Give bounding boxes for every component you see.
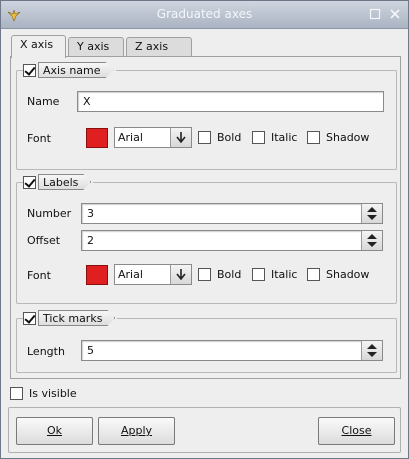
- italic-checkbox[interactable]: [252, 131, 265, 144]
- length-spinbox[interactable]: 5: [81, 340, 383, 361]
- tab-y-axis[interactable]: Y axis: [68, 37, 124, 57]
- labels-group: Labels Number 3 Offset 2 Font Arial Bold…: [16, 173, 397, 304]
- spin-arrows-icon[interactable]: [361, 204, 382, 223]
- axis-name-header: Axis name: [23, 61, 116, 79]
- number-value: 3: [87, 207, 94, 220]
- font-label: Font: [27, 269, 51, 282]
- italic-label: Italic: [271, 131, 298, 144]
- tick-marks-title: Tick marks: [38, 310, 115, 326]
- down-arrow-icon[interactable]: [170, 128, 191, 147]
- bold-label: Bold: [217, 131, 242, 144]
- window-title: Graduated axes: [156, 7, 253, 21]
- bold-label: Bold: [217, 268, 242, 281]
- shadow-option[interactable]: Shadow: [307, 268, 369, 281]
- name-value: X: [83, 95, 91, 108]
- font-label: Font: [27, 132, 51, 145]
- font-select[interactable]: Arial: [114, 264, 192, 285]
- shadow-label: Shadow: [326, 268, 370, 281]
- x-axis-panel: Axis name Name X Font Arial Bold Italic: [10, 56, 401, 379]
- font-color-button[interactable]: [86, 265, 108, 285]
- font-value: Arial: [118, 131, 143, 144]
- close-icon[interactable]: [388, 8, 401, 21]
- italic-label: Italic: [271, 268, 298, 281]
- axis-name-title: Axis name: [38, 62, 114, 78]
- font-color-button[interactable]: [86, 128, 108, 148]
- offset-label: Offset: [27, 234, 61, 247]
- shadow-option[interactable]: Shadow: [307, 131, 369, 144]
- length-label: Length: [27, 345, 65, 358]
- labels-checkbox[interactable]: [23, 175, 36, 189]
- minimize-icon[interactable]: [368, 8, 381, 21]
- number-spinbox[interactable]: 3: [81, 203, 383, 224]
- axis-name-checkbox[interactable]: [23, 63, 36, 77]
- italic-option[interactable]: Italic: [252, 131, 297, 144]
- shadow-checkbox[interactable]: [307, 268, 320, 281]
- tab-z-axis[interactable]: Z axis: [126, 37, 192, 57]
- tab-label: X axis: [20, 38, 54, 51]
- length-value: 5: [87, 344, 94, 357]
- is-visible-checkbox[interactable]: [10, 387, 23, 400]
- shadow-label: Shadow: [326, 131, 370, 144]
- tab-label: Z axis: [135, 40, 169, 53]
- bold-checkbox[interactable]: [198, 268, 211, 281]
- is-visible-option[interactable]: Is visible: [10, 387, 77, 400]
- bold-checkbox[interactable]: [198, 131, 211, 144]
- bold-option[interactable]: Bold: [198, 268, 241, 281]
- font-select[interactable]: Arial: [114, 127, 192, 148]
- apply-label: Apply: [120, 424, 153, 437]
- italic-option[interactable]: Italic: [252, 268, 297, 281]
- close-button[interactable]: Close: [318, 417, 395, 445]
- shadow-checkbox[interactable]: [307, 131, 320, 144]
- tick-marks-header: Tick marks: [23, 309, 118, 327]
- down-arrow-icon[interactable]: [170, 265, 191, 284]
- spin-arrows-icon[interactable]: [361, 341, 382, 360]
- tab-label: Y axis: [77, 40, 110, 53]
- labels-header: Labels: [23, 173, 94, 191]
- ok-label: Ok: [46, 424, 63, 437]
- apply-button[interactable]: Apply: [98, 417, 175, 445]
- font-value: Arial: [118, 268, 143, 281]
- tick-marks-group: Tick marks Length 5: [16, 309, 397, 373]
- button-bar: Ok Apply Close: [8, 407, 401, 453]
- tab-x-axis[interactable]: X axis: [11, 35, 66, 58]
- tick-marks-checkbox[interactable]: [23, 311, 36, 325]
- italic-checkbox[interactable]: [252, 268, 265, 281]
- number-label: Number: [27, 207, 72, 220]
- axis-name-group: Axis name Name X Font Arial Bold Italic: [16, 61, 397, 170]
- spin-arrows-icon[interactable]: [361, 231, 382, 250]
- name-label: Name: [27, 95, 60, 108]
- dialog-window: Graduated axes X axis Y axis Z axis Axis…: [0, 0, 409, 459]
- labels-title: Labels: [38, 174, 91, 190]
- name-field[interactable]: X: [77, 91, 384, 112]
- title-bar[interactable]: Graduated axes: [1, 1, 408, 29]
- bold-option[interactable]: Bold: [198, 131, 241, 144]
- ok-button[interactable]: Ok: [16, 417, 93, 445]
- offset-value: 2: [87, 234, 94, 247]
- offset-spinbox[interactable]: 2: [81, 230, 383, 251]
- is-visible-label: Is visible: [29, 387, 77, 400]
- close-label: Close: [341, 424, 372, 437]
